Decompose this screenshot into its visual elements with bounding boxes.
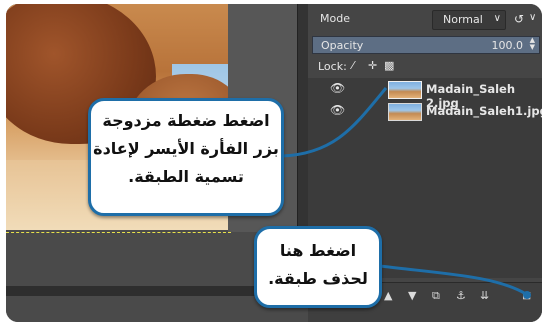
delete-callout: اضغط هنا لحذف طبقة.	[254, 226, 382, 308]
connector-dot	[523, 291, 531, 299]
delete-connector	[379, 264, 527, 296]
callout-line: بزر الفأرة الأيسر لإعادة	[93, 139, 279, 158]
callout-line: تسمية الطبقة.	[128, 167, 244, 186]
rename-callout: اضغط ضغطة مزدوجة بزر الفأرة الأيسر لإعاد…	[88, 98, 284, 216]
callout-line: اضغط ضغطة مزدوجة	[102, 111, 270, 130]
callout-line: اضغط هنا	[279, 241, 357, 260]
callout-line: لحذف طبقة.	[268, 269, 368, 288]
rename-connector	[281, 87, 388, 158]
screenshot-frame: Mode Normal ∨ ↺ ∨ Opacity 100.0 ▲ ▼ Lock:…	[6, 4, 542, 322]
